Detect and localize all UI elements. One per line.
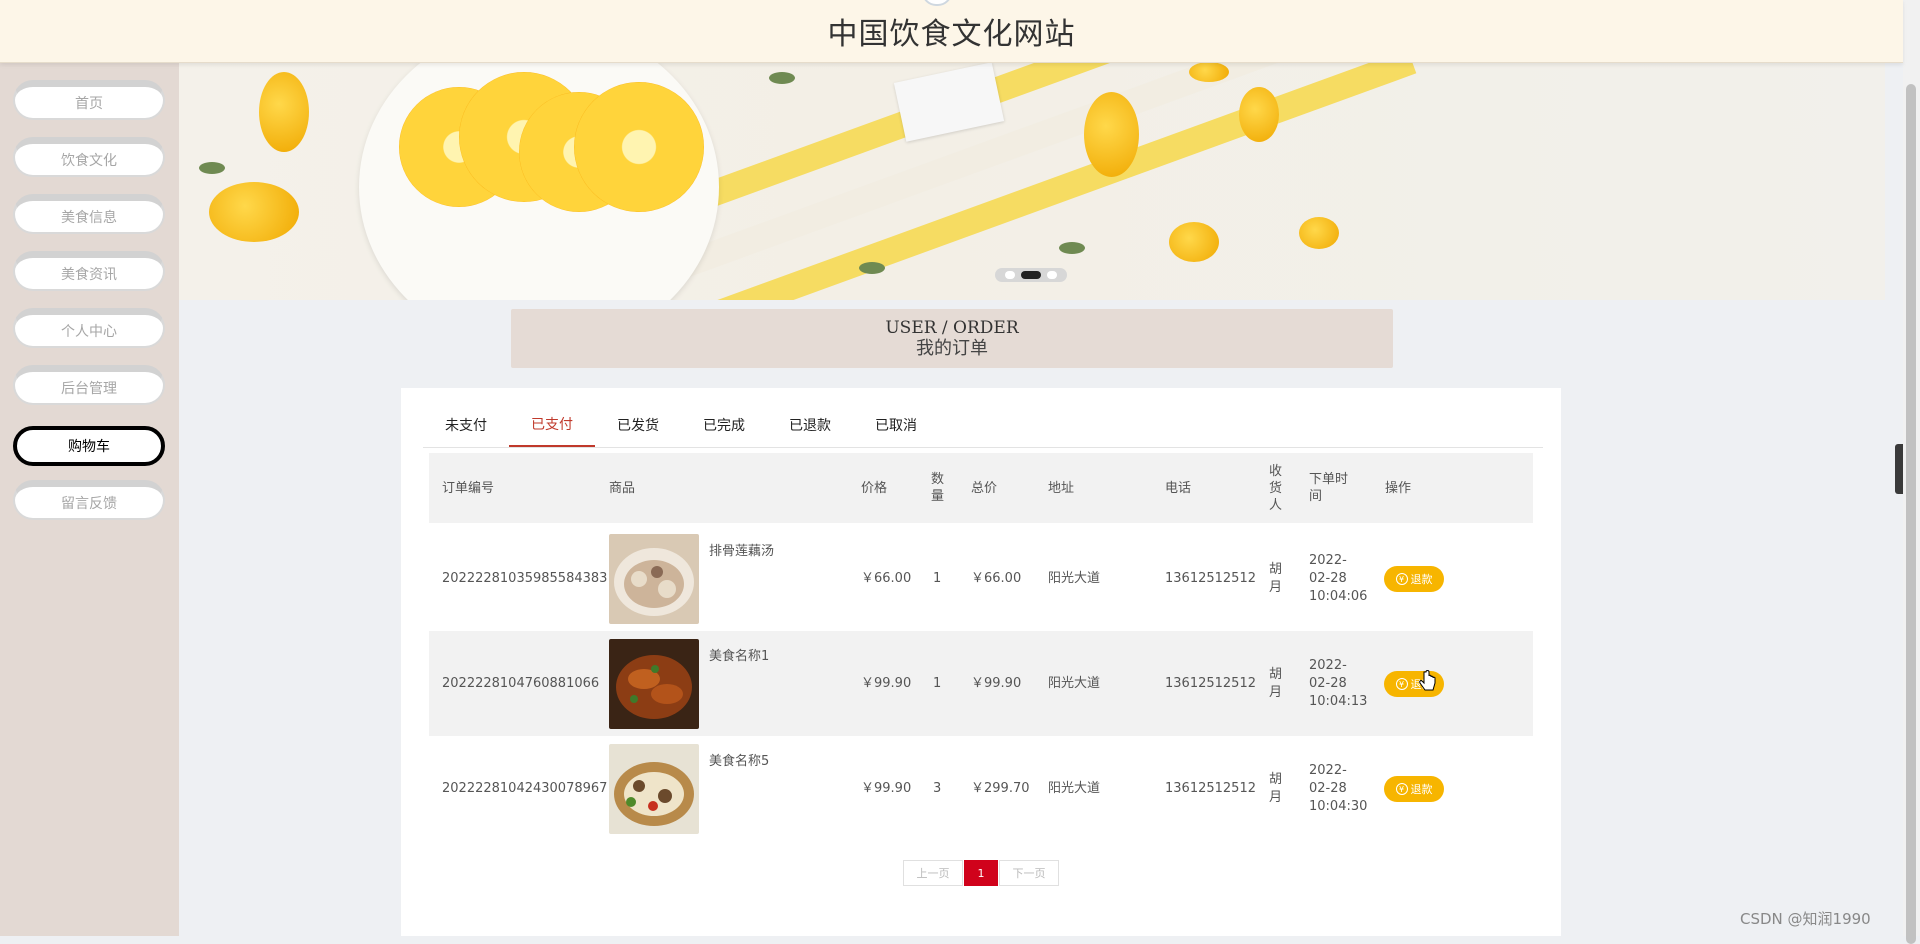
order-status-tabs: 未支付 已支付 已发货 已完成 已退款 已取消 (423, 402, 1543, 448)
price: ￥66.00 (861, 570, 912, 586)
site-header: 中国饮食文化网站 (0, 0, 1903, 63)
sidebar-item-admin[interactable]: 后台管理 (13, 365, 165, 405)
section-heading: USER / ORDER 我的订单 (511, 309, 1393, 368)
col-product: 商品 (609, 480, 636, 496)
phone: 13612512512 (1165, 780, 1256, 796)
quantity: 3 (933, 780, 942, 796)
product-thumbnail[interactable] (609, 744, 699, 834)
sidebar-item-user-center[interactable]: 个人中心 (13, 308, 165, 348)
fabric-tag-image (893, 62, 1005, 142)
sidebar-item-cart[interactable]: 购物车 (13, 426, 165, 466)
carousel-dot-active[interactable] (1021, 271, 1041, 279)
col-address: 地址 (1048, 480, 1075, 496)
lemon-image (1169, 222, 1219, 262)
price: ￥99.90 (861, 780, 912, 796)
col-price: 价格 (861, 480, 888, 496)
col-action: 操作 (1385, 480, 1412, 496)
yen-icon: ¥ (1395, 678, 1408, 690)
carousel-dot[interactable] (1047, 271, 1057, 279)
address: 阳光大道 (1048, 570, 1101, 586)
lemon-image (259, 72, 309, 152)
quantity: 1 (933, 675, 942, 691)
receiver: 胡月 (1269, 771, 1283, 805)
phone: 13612512512 (1165, 570, 1256, 586)
sidebar-item-food-info[interactable]: 美食信息 (13, 194, 165, 234)
carousel-dot[interactable] (1005, 271, 1015, 279)
pagination: 上一页 1 下一页 (903, 860, 1059, 886)
phone: 13612512512 (1165, 675, 1256, 691)
quantity: 1 (933, 570, 942, 586)
lemon-image (1084, 92, 1139, 177)
section-title-en: USER / ORDER (885, 317, 1019, 338)
order-no: 2022228104760881066 (442, 675, 600, 691)
table-row: 20222281035985584383 排骨莲藕汤 ￥66.00 1 ￥66.… (429, 526, 1533, 631)
yen-icon: ¥ (1395, 573, 1408, 585)
col-order-no: 订单编号 (442, 480, 495, 496)
tab-unpaid[interactable]: 未支付 (423, 402, 509, 447)
sidebar-item-food-news[interactable]: 美食资讯 (13, 251, 165, 291)
col-receiver: 收货人 (1269, 463, 1283, 513)
total: ￥99.90 (971, 675, 1022, 691)
order-time: 2022-02-28 10:04:30 (1309, 762, 1368, 814)
order-no: 20222281035985584383 (442, 570, 608, 586)
tab-cancelled[interactable]: 已取消 (853, 402, 939, 447)
orders-panel: 未支付 已支付 已发货 已完成 已退款 已取消 订单编号 商品 价格 数量 总价… (401, 388, 1561, 936)
sidebar-item-home[interactable]: 首页 (13, 80, 165, 120)
col-qty: 数量 (931, 472, 945, 504)
scrollbar-thumb[interactable] (1906, 84, 1916, 944)
total: ￥66.00 (971, 570, 1022, 586)
lemon-image (1239, 87, 1279, 142)
lemon-image (1189, 62, 1229, 82)
order-time: 2022-02-28 10:04:06 (1309, 552, 1368, 604)
tab-completed[interactable]: 已完成 (681, 402, 767, 447)
sidebar-item-food-culture[interactable]: 饮食文化 (13, 137, 165, 177)
refund-button[interactable]: ¥ 退款 (1384, 566, 1444, 592)
sidebar-item-feedback[interactable]: 留言反馈 (13, 480, 165, 520)
lemon-image (1299, 217, 1339, 249)
orange-slice-image (574, 82, 704, 212)
tab-paid[interactable]: 已支付 (509, 402, 595, 447)
prev-page-button[interactable]: 上一页 (903, 860, 963, 886)
carousel-indicator[interactable] (995, 268, 1067, 282)
hand-cursor-icon (1419, 670, 1436, 691)
order-no: 20222281042430078967 (442, 780, 608, 796)
address: 阳光大道 (1048, 780, 1101, 796)
sidebar: 首页 饮食文化 美食信息 美食资讯 个人中心 后台管理 购物车 留言反馈 (0, 62, 179, 936)
tab-refunded[interactable]: 已退款 (767, 402, 853, 447)
address: 阳光大道 (1048, 675, 1101, 691)
product-thumbnail[interactable] (609, 534, 699, 624)
product-name[interactable]: 排骨莲藕汤 (709, 540, 774, 559)
hero-banner[interactable] (179, 62, 1885, 300)
col-total: 总价 (971, 480, 998, 496)
col-time: 下单时间 (1309, 472, 1349, 504)
refund-button[interactable]: ¥ 退款 (1384, 776, 1444, 802)
table-row: 20222281042430078967 美食名称5 ￥99.90 3 ￥299… (429, 736, 1533, 841)
page-1-button[interactable]: 1 (964, 860, 998, 886)
tab-shipped[interactable]: 已发货 (595, 402, 681, 447)
order-time: 2022-02-28 10:04:13 (1309, 657, 1368, 709)
top-indicator (922, 0, 952, 6)
receiver: 胡月 (1269, 561, 1283, 595)
price: ￥99.90 (861, 675, 912, 691)
product-name[interactable]: 美食名称5 (709, 750, 769, 769)
section-title-cn: 我的订单 (916, 337, 988, 359)
table-header: 订单编号 商品 价格 数量 总价 地址 电话 收货人 下单时间 操作 (429, 453, 1533, 523)
next-page-button[interactable]: 下一页 (999, 860, 1059, 886)
col-phone: 电话 (1165, 480, 1192, 496)
product-thumbnail[interactable] (609, 639, 699, 729)
watermark: CSDN @知润1990 (1740, 910, 1871, 928)
receiver: 胡月 (1269, 666, 1283, 700)
lemon-image (209, 182, 299, 242)
total: ￥299.70 (971, 780, 1030, 796)
yen-icon: ¥ (1395, 783, 1408, 795)
product-name[interactable]: 美食名称1 (709, 645, 769, 664)
site-title: 中国饮食文化网站 (827, 17, 1076, 52)
table-row: 2022228104760881066 美食名称1 ￥99.90 1 ￥99.9… (429, 631, 1533, 736)
